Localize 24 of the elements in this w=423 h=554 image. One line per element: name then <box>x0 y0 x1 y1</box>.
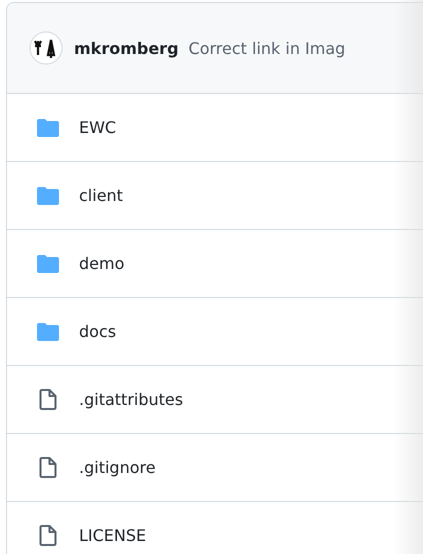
file-icon <box>37 389 59 410</box>
file-name-link[interactable]: .gitignore <box>79 458 156 477</box>
file-name-link[interactable]: demo <box>79 254 124 273</box>
commit-message-link[interactable]: Correct link in Imag <box>188 38 346 58</box>
folder-icon <box>37 322 59 340</box>
avatar-icon[interactable] <box>29 31 63 65</box>
file-name-link[interactable]: client <box>79 186 123 205</box>
file-row[interactable]: .gitignore <box>7 434 423 502</box>
file-row[interactable]: demo <box>7 230 423 298</box>
file-row[interactable]: LICENSE <box>7 502 423 554</box>
file-row[interactable]: EWC <box>7 94 423 162</box>
file-row[interactable]: client <box>7 162 423 230</box>
file-name-link[interactable]: LICENSE <box>79 526 146 545</box>
file-row[interactable]: docs <box>7 298 423 366</box>
file-name-link[interactable]: EWC <box>79 118 116 137</box>
file-name-link[interactable]: docs <box>79 322 116 341</box>
file-name-link[interactable]: .gitattributes <box>79 390 184 409</box>
folder-icon <box>37 186 59 204</box>
file-row[interactable]: .gitattributes <box>7 366 423 434</box>
folder-icon <box>37 254 59 272</box>
folder-icon <box>37 118 59 136</box>
commit-author-link[interactable]: mkromberg <box>74 38 179 58</box>
file-icon <box>37 525 59 546</box>
file-icon <box>37 457 59 478</box>
